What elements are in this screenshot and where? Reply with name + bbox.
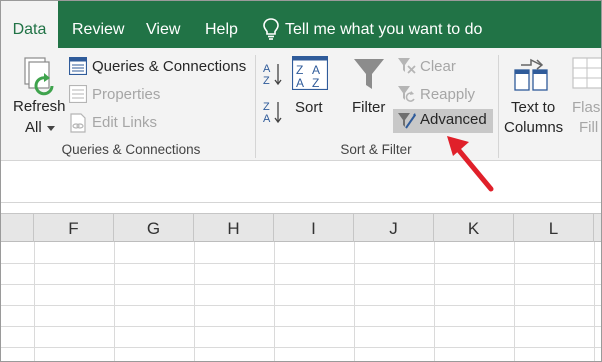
edit-links-icon xyxy=(70,113,86,133)
grid-line xyxy=(1,326,601,327)
sort-z-to-a-icon: Z A xyxy=(263,101,282,124)
grid-line xyxy=(1,305,601,306)
column-header-j[interactable]: J xyxy=(354,214,434,242)
svg-text:Z: Z xyxy=(263,101,270,113)
formula-bar-area[interactable] xyxy=(1,161,601,203)
grid-line xyxy=(114,242,115,361)
text-to-columns-icon xyxy=(514,58,548,91)
svg-text:Z: Z xyxy=(296,63,303,77)
refresh-all-label-line1: Refresh xyxy=(13,98,66,115)
worksheet-grid[interactable] xyxy=(1,242,601,361)
refresh-all-icon xyxy=(24,57,54,96)
advanced-filter-icon xyxy=(398,113,416,129)
tab-view[interactable]: View xyxy=(146,1,180,48)
text-to-columns-label-line1: Text to xyxy=(511,99,556,116)
reapply-label: Reapply xyxy=(420,86,476,103)
svg-text:A: A xyxy=(263,113,271,124)
grid-line xyxy=(274,242,275,361)
queries-connections-label: Queries & Connections xyxy=(92,58,247,75)
queries-connections-group-label: Queries & Connections xyxy=(61,142,201,157)
clear-filter-icon xyxy=(398,58,416,74)
flash-fill-icon xyxy=(572,57,601,89)
column-header-partial[interactable] xyxy=(1,214,34,242)
column-header-row: F G H I J K L xyxy=(1,213,601,242)
filter-funnel-icon xyxy=(354,59,384,89)
tab-help[interactable]: Help xyxy=(205,1,238,48)
grid-line xyxy=(1,347,601,348)
tell-me-search[interactable]: Tell me what you want to do xyxy=(263,1,482,48)
column-header-g[interactable]: G xyxy=(114,214,194,242)
sort-label: Sort xyxy=(295,99,323,116)
tell-me-label: Tell me what you want to do xyxy=(285,21,483,38)
svg-text:A: A xyxy=(296,76,304,90)
sort-dialog-icon: Z A A Z xyxy=(292,56,328,90)
tab-data[interactable]: Data xyxy=(1,1,58,48)
ribbon-tab-bar: Data Review View Help Tell me what you w… xyxy=(1,1,601,48)
edit-links-label: Edit Links xyxy=(92,114,158,131)
column-header-l[interactable]: L xyxy=(514,214,594,242)
svg-text:Z: Z xyxy=(263,75,270,86)
properties-label: Properties xyxy=(92,86,161,103)
excel-window: Data Review View Help Tell me what you w… xyxy=(0,0,602,362)
column-header-k[interactable]: K xyxy=(434,214,514,242)
grid-line xyxy=(194,242,195,361)
column-header-f[interactable]: F xyxy=(34,214,114,242)
svg-text:A: A xyxy=(312,63,320,77)
group-separator xyxy=(255,55,256,158)
column-header-i[interactable]: I xyxy=(274,214,354,242)
grid-line xyxy=(1,263,601,264)
column-header-h[interactable]: H xyxy=(194,214,274,242)
grid-line xyxy=(514,242,515,361)
svg-text:Z: Z xyxy=(312,76,319,90)
red-arrow-annotation xyxy=(447,136,494,192)
reapply-filter-icon xyxy=(398,86,415,102)
flash-fill-label-line1: Flash xyxy=(572,99,601,116)
ribbon-panel: Refresh All Queries & Connections Proper… xyxy=(1,48,601,161)
grid-line xyxy=(1,284,601,285)
tab-review[interactable]: Review xyxy=(72,1,124,48)
filter-label: Filter xyxy=(352,99,386,116)
grid-line xyxy=(354,242,355,361)
properties-icon xyxy=(69,85,87,103)
grid-line xyxy=(34,242,35,361)
queries-connections-icon xyxy=(69,57,87,75)
grid-line xyxy=(594,242,595,361)
grid-line xyxy=(434,242,435,361)
sort-a-to-z-icon: A Z xyxy=(263,63,282,86)
clear-label: Clear xyxy=(420,58,456,75)
sort-filter-group-label: Sort & Filter xyxy=(340,142,412,157)
svg-text:A: A xyxy=(263,63,271,75)
chevron-down-icon xyxy=(47,126,55,131)
flash-fill-label-line2: Fill xyxy=(579,119,599,136)
refresh-all-label-line2: All xyxy=(25,119,42,136)
spacer xyxy=(1,203,601,213)
text-to-columns-label-line2: Columns xyxy=(504,119,564,136)
lightbulb-icon xyxy=(263,18,279,40)
